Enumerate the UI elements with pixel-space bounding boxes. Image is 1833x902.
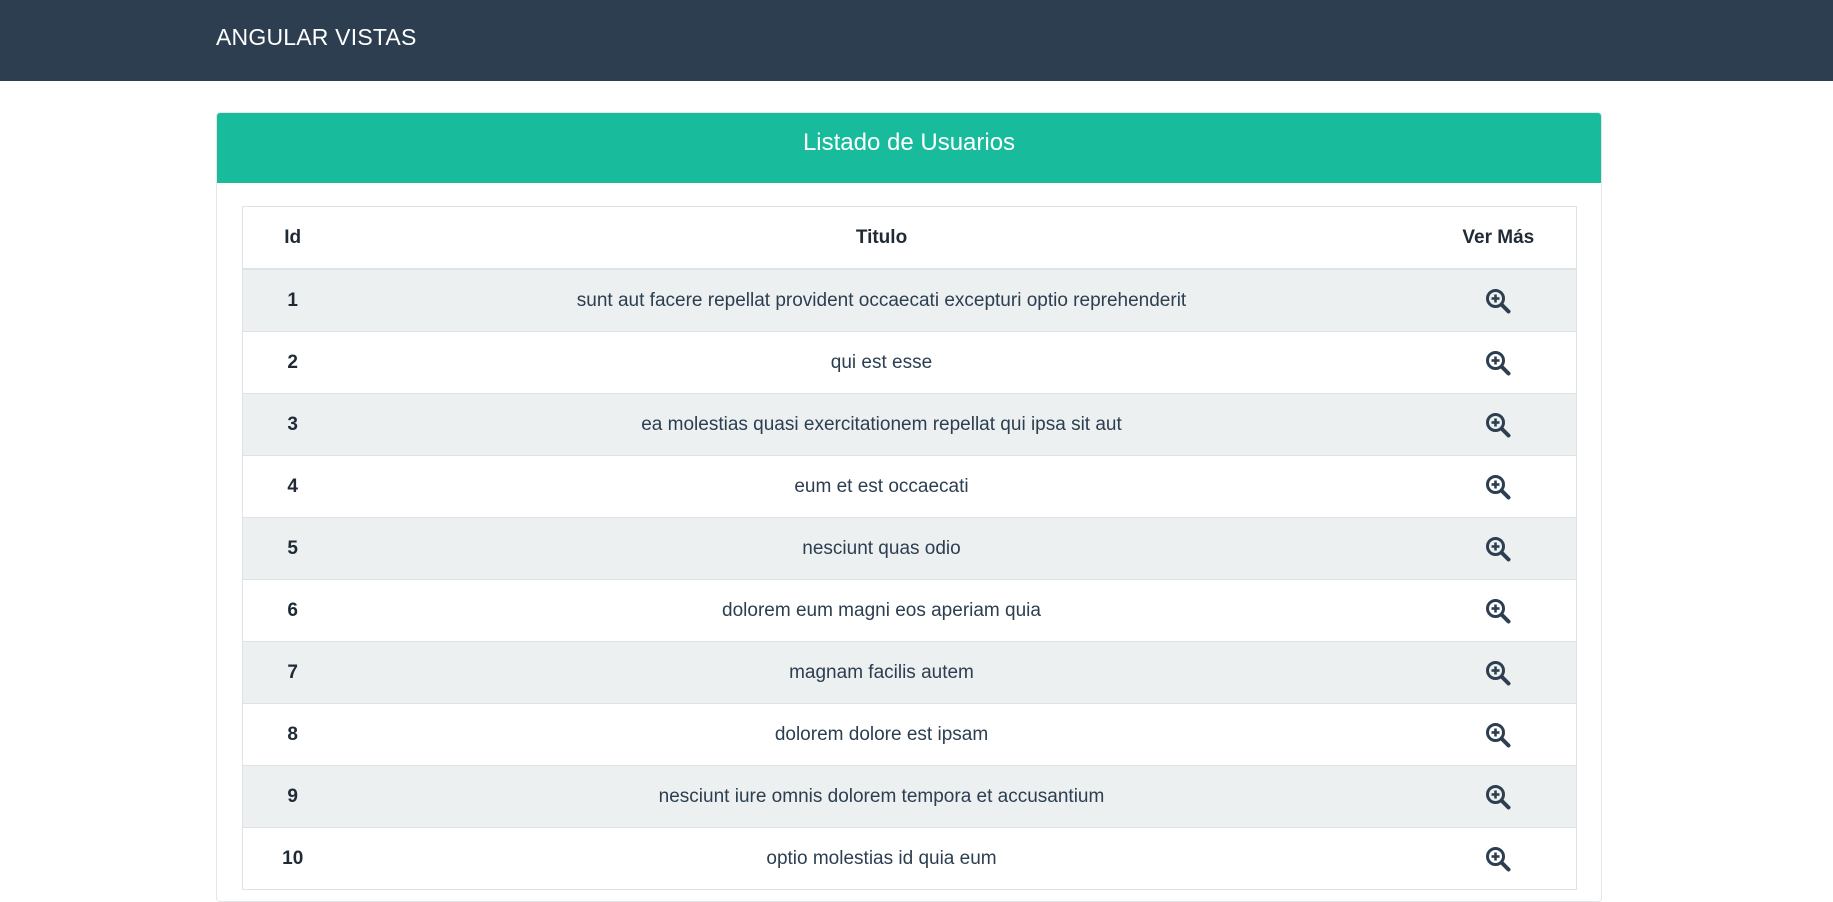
navbar: ANGULAR VISTAS xyxy=(0,0,1833,81)
row-id: 1 xyxy=(242,268,343,332)
row-view-more xyxy=(1420,393,1577,456)
table-row: 1 sunt aut facere repellat provident occa… xyxy=(242,268,1577,332)
table-row: 7 magnam facilis autem xyxy=(242,641,1577,704)
zoom-in-icon[interactable] xyxy=(1485,660,1511,686)
row-title: nesciunt iure omnis dolorem tempora et a… xyxy=(342,765,1421,828)
users-panel: Listado de Usuarios Id Titulo Ver Más 1s… xyxy=(216,112,1602,902)
row-title: magnam facilis autem xyxy=(342,641,1421,704)
row-title: nesciunt quas odio xyxy=(342,517,1421,580)
zoom-in-icon[interactable] xyxy=(1485,846,1511,872)
row-id: 2 xyxy=(242,331,343,394)
row-title: dolorem eum magni eos aperiam quia xyxy=(342,579,1421,642)
zoom-in-icon[interactable] xyxy=(1485,412,1511,438)
column-header-title: Titulo xyxy=(342,206,1421,270)
zoom-in-icon[interactable] xyxy=(1485,598,1511,624)
row-id: 6 xyxy=(242,579,343,642)
zoom-in-icon[interactable] xyxy=(1485,784,1511,810)
row-id: 8 xyxy=(242,703,343,766)
row-view-more xyxy=(1420,331,1577,394)
table-row: 4 eum et est occaecati xyxy=(242,455,1577,518)
row-id: 5 xyxy=(242,517,343,580)
row-id: 3 xyxy=(242,393,343,456)
table-header-row: Id Titulo Ver Más xyxy=(242,206,1577,270)
row-id: 7 xyxy=(242,641,343,704)
row-title: sunt aut facere repellat provident occae… xyxy=(342,268,1421,332)
table-row: 10 optio molestias id quia eum xyxy=(242,827,1577,890)
row-view-more xyxy=(1420,579,1577,642)
row-id: 9 xyxy=(242,765,343,828)
table-row: 6 dolorem eum magni eos aperiam quia xyxy=(242,579,1577,642)
column-header-more: Ver Más xyxy=(1420,206,1577,270)
users-table: Id Titulo Ver Más 1 sunt aut facere repel… xyxy=(242,206,1577,890)
row-view-more xyxy=(1420,517,1577,580)
row-title: optio molestias id quia eum xyxy=(342,827,1421,890)
table-row: 8 dolorem dolore est ipsam xyxy=(242,703,1577,766)
column-header-id: Id xyxy=(242,206,343,270)
row-title: dolorem dolore est ipsam xyxy=(342,703,1421,766)
table-row: 9 nesciunt iure omnis dolorem tempora et … xyxy=(242,765,1577,828)
zoom-in-icon[interactable] xyxy=(1485,536,1511,562)
table-body: 1 sunt aut facere repellat provident occa… xyxy=(242,268,1577,890)
row-title: ea molestias quasi exercitationem repell… xyxy=(342,393,1421,456)
row-view-more xyxy=(1420,765,1577,828)
zoom-in-icon[interactable] xyxy=(1485,722,1511,748)
panel-title: Listado de Usuarios xyxy=(217,113,1601,183)
zoom-in-icon[interactable] xyxy=(1485,288,1511,314)
navbar-brand[interactable]: ANGULAR VISTAS xyxy=(216,0,416,74)
zoom-in-icon[interactable] xyxy=(1485,474,1511,500)
row-id: 4 xyxy=(242,455,343,518)
row-id: 10 xyxy=(242,827,343,890)
row-view-more xyxy=(1420,827,1577,890)
zoom-in-icon[interactable] xyxy=(1485,350,1511,376)
users-table-wrapper: Id Titulo Ver Más 1 sunt aut facere repel… xyxy=(242,206,1577,890)
row-view-more xyxy=(1420,455,1577,518)
table-row: 3 ea molestias quasi exercitationem repel… xyxy=(242,393,1577,456)
table-row: 2 qui est esse xyxy=(242,331,1577,394)
row-view-more xyxy=(1420,641,1577,704)
row-title: eum et est occaecati xyxy=(342,455,1421,518)
row-title: qui est esse xyxy=(342,331,1421,394)
row-view-more xyxy=(1420,703,1577,766)
table-row: 5 nesciunt quas odio xyxy=(242,517,1577,580)
row-view-more xyxy=(1420,268,1577,332)
